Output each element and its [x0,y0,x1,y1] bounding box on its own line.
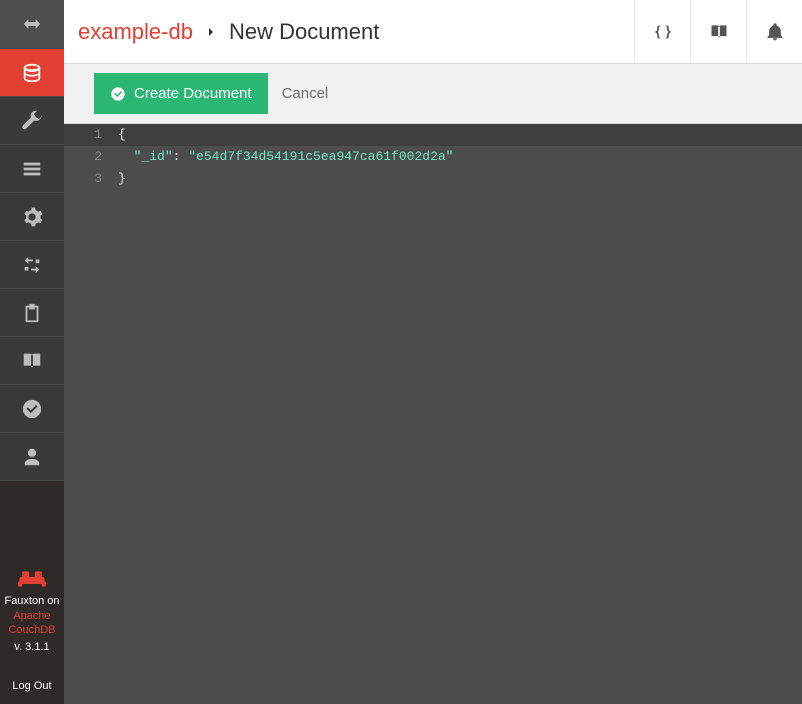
nav-active-tasks[interactable] [0,144,64,192]
line-number: 2 [64,146,112,168]
cancel-button[interactable]: Cancel [282,85,329,102]
nav-config[interactable] [0,192,64,240]
couchdb-logo-icon [18,566,46,588]
code-cell[interactable]: { [112,124,802,146]
footer-vendor-1: Apache [2,609,62,624]
api-url-button[interactable] [634,0,690,63]
editor-line[interactable]: 2 "_id": "e54d7f34d54191c5ea947ca61f002d… [64,146,802,168]
json-editor[interactable]: 1 { 2 "_id": "e54d7f34d54191c5ea947ca61f… [64,124,802,704]
nav-toggle-width[interactable] [0,0,64,48]
create-document-label: Create Document [134,85,252,102]
nav-documentation[interactable] [0,336,64,384]
editor-line[interactable]: 1 { [64,124,802,146]
breadcrumb-database-link[interactable]: example-db [78,19,193,45]
nav-permissions[interactable] [0,384,64,432]
wrench-icon [21,110,43,132]
gear-icon [21,206,43,228]
code-cell[interactable]: } [112,168,802,190]
notifications-button[interactable] [746,0,802,63]
header-actions [634,0,802,63]
create-document-button[interactable]: Create Document [94,73,268,114]
tasks-icon [21,158,43,180]
book-open-icon [21,350,43,372]
nav-verify[interactable] [0,288,64,336]
json-value: "e54d7f34d54191c5ea947ca61f002d2a" [188,149,453,164]
database-icon [21,62,43,84]
page-title: New Document [229,19,379,45]
code-cell[interactable]: "_id": "e54d7f34d54191c5ea947ca61f002d2a… [112,146,802,168]
book-open-icon [709,22,729,42]
nav-replication[interactable] [0,240,64,288]
line-number: 1 [64,124,112,146]
nav-databases[interactable] [0,48,64,96]
replication-icon [21,254,43,276]
bell-icon [765,22,785,42]
doc-toolbar: Create Document Cancel [64,64,802,124]
footer-version: v. 3.1.1 [2,640,62,655]
clipboard-icon [21,302,43,324]
check-circle-icon [110,86,126,102]
arrows-horizontal-icon [21,13,43,35]
footer-product: Fauxton on [2,594,62,609]
nav-footer: Fauxton on Apache CouchDB v. 3.1.1 Log O… [0,548,64,704]
json-key: "_id" [134,149,173,164]
docs-button[interactable] [690,0,746,63]
nav-spacer [0,480,64,548]
user-icon [21,446,43,468]
editor-line[interactable]: 3 } [64,168,802,190]
braces-icon [653,22,673,42]
footer-vendor-2: CouchDB [2,623,62,638]
chevron-right-icon [205,26,217,38]
breadcrumb: example-db New Document [64,19,379,45]
logout-link[interactable]: Log Out [2,679,62,694]
nav-setup[interactable] [0,96,64,144]
line-number: 3 [64,168,112,190]
check-circle-icon [21,398,43,420]
page-header: example-db New Document [64,0,802,64]
primary-nav: Fauxton on Apache CouchDB v. 3.1.1 Log O… [0,0,64,704]
nav-login[interactable] [0,432,64,480]
